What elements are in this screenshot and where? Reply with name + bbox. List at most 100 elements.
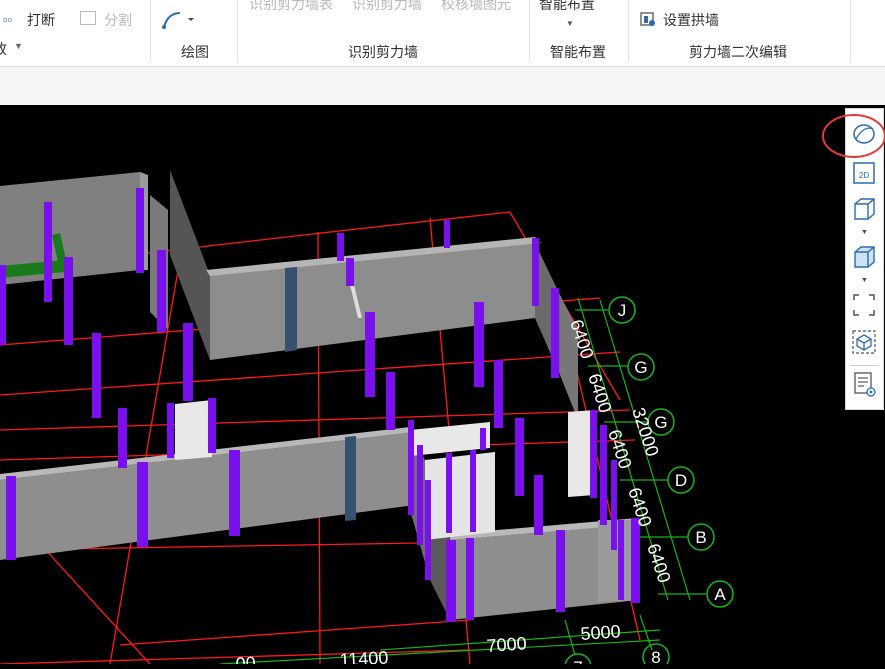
axis-label-a: A [714,585,726,604]
column [183,323,193,401]
wireframe-view-button[interactable] [849,194,879,224]
zoom-extents-icon [853,294,875,316]
column [494,360,503,428]
wall-edge [345,436,356,521]
column [556,530,565,612]
command-strip [0,67,885,105]
ribbon: ▫▫ 打断 分割 改 ▼ 绘图 识别剪力墙表 识别剪力墙 校核墙图元 识别剪力墙… [0,0,885,67]
wall [560,295,578,420]
column [157,250,166,332]
smart-layout-group-label: 智能布置 [550,44,606,60]
dim-right: 6400 [643,541,674,585]
column [446,540,456,622]
cube-view-button[interactable] [849,327,879,357]
chevron-down-icon[interactable]: ▼ [861,229,868,236]
column [474,302,484,387]
column [136,188,144,273]
column [551,288,559,378]
ribbon-separator [237,0,238,62]
identify-wall-table-button[interactable]: 识别剪力墙表 [249,0,333,14]
column [600,425,607,525]
column [167,403,174,458]
set-arch-wall-button[interactable]: 设置拱墙 [640,9,740,29]
dim-right: 6400 [584,371,615,415]
axis-label-b: B [695,528,706,547]
draw-group-label: 绘图 [181,44,209,60]
dim-bottom: 7000 [486,633,527,656]
column [229,450,240,536]
3d-viewport[interactable]: J G G D B A 8 7 6400 6400 32000 6400 640… [0,105,885,669]
secondary-edit-group-label: 剪力墙二次编辑 [689,44,787,60]
column [480,428,486,450]
chevron-down-icon[interactable]: ▼ [14,41,23,51]
column [618,520,624,600]
column [137,462,148,547]
column [118,408,127,468]
front-walls [0,427,642,620]
identify-group-label: 识别剪力墙 [348,44,418,60]
chevron-down-icon[interactable]: ▼ [861,277,868,284]
column [515,418,524,496]
column [631,518,640,603]
divide-button-label: 分割 [104,12,132,28]
verify-wall-button[interactable]: 校核墙图元 [441,0,511,14]
column [408,420,414,515]
column [386,372,395,430]
column [466,538,474,620]
column [6,476,16,560]
axis-label-7: 7 [573,658,582,664]
column [446,453,452,533]
display-settings-icon [854,372,876,397]
chevron-down-icon[interactable]: ▼ [566,19,574,28]
axis-label-8: 8 [651,648,660,664]
divide-icon [80,11,96,25]
axis-label-g2: G [654,413,667,432]
column [611,460,617,550]
column [444,220,450,248]
axis-label-j: J [618,301,627,320]
axis-label-d: D [675,471,687,490]
column [532,238,539,306]
toolbar-divider [850,365,879,366]
dim-bottom: 00 [235,653,256,664]
column [534,475,543,535]
wall-edge [285,267,297,352]
column [470,450,476,532]
split-button-label: 打断 [27,12,55,28]
ribbon-separator [850,0,851,62]
partial-label[interactable]: 改 [0,39,7,59]
axis-label-g: G [634,358,647,377]
back-walls [0,170,578,420]
column [425,480,431,580]
smart-layout-button[interactable]: 智能布置 [539,0,595,14]
column [417,445,423,545]
ribbon-separator [150,0,151,62]
column [0,265,6,345]
cube-view-icon [852,330,876,354]
svg-text:2D: 2D [859,171,869,180]
wireframe-cube-icon [854,198,875,220]
highlight-annotation [822,114,885,158]
arch-wall-icon [640,12,655,26]
column [208,398,216,453]
ribbon-separator [529,0,530,62]
ribbon-separator [628,0,629,62]
dim-bottom: 11400 [339,647,389,664]
draw-arc-button[interactable] [160,7,196,31]
shaded-view-button[interactable] [849,242,879,272]
model-canvas[interactable]: J G G D B A 8 7 6400 6400 32000 6400 640… [0,105,885,669]
zoom-extents-button[interactable] [849,290,879,320]
dim-bottom: 5000 [580,621,621,644]
column [590,410,597,498]
arc-draw-icon [162,12,194,29]
display-settings-button[interactable] [849,369,879,399]
column [346,258,354,286]
column [64,257,73,345]
dim-right: 6400 [604,427,635,471]
column [92,333,101,418]
column [44,202,52,302]
column [365,312,375,397]
set-arch-wall-label: 设置拱墙 [663,12,719,28]
identify-wall-button[interactable]: 识别剪力墙 [352,0,422,14]
split-icon: ▫▫ [3,12,13,27]
